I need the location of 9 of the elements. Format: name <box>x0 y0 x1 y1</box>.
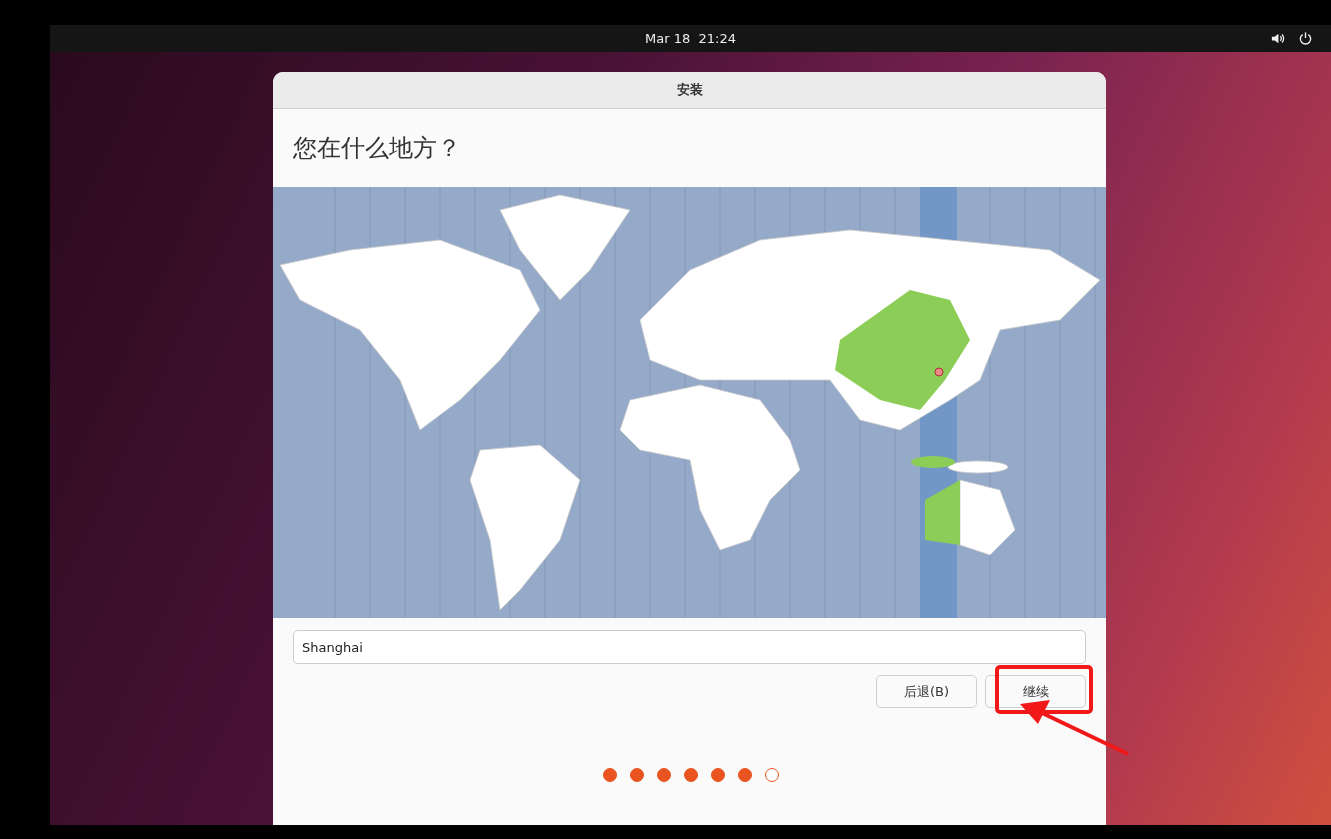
page-heading: 您在什么地方？ <box>293 133 461 164</box>
date-time[interactable]: Mar 18 21:24 <box>645 31 736 46</box>
speaker-icon[interactable] <box>1270 31 1285 46</box>
continue-button[interactable]: 继续 <box>985 675 1086 708</box>
window-title: 安装 <box>676 81 703 99</box>
power-icon[interactable] <box>1298 31 1313 46</box>
location-field[interactable]: Shanghai <box>293 630 1086 664</box>
back-button[interactable]: 后退(B) <box>876 675 977 708</box>
world-map-drawing[interactable] <box>273 187 1106 618</box>
